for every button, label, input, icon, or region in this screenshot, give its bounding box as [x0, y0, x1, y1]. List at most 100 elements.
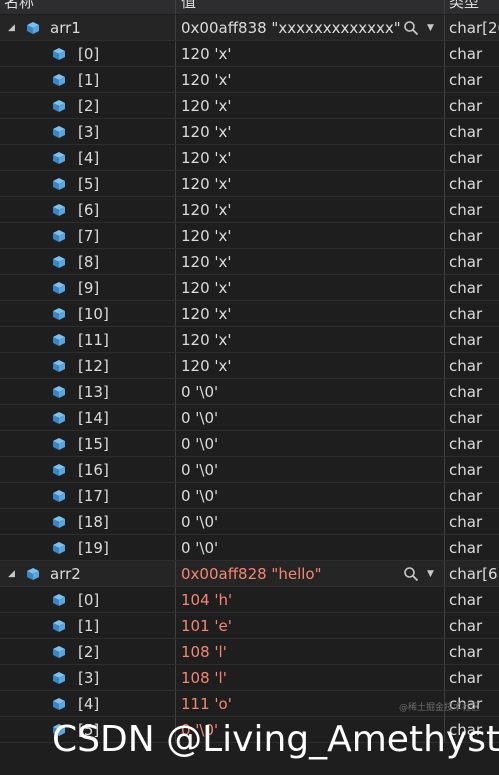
element-value[interactable]: 104 'h'	[181, 587, 232, 613]
element-value[interactable]: 120 'x'	[181, 93, 232, 119]
element-index: [4]	[78, 695, 100, 713]
element-row[interactable]: [6] 120 'x' char	[0, 197, 499, 223]
element-value[interactable]: 120 'x'	[181, 275, 232, 301]
element-row[interactable]: [1] 120 'x' char	[0, 67, 499, 93]
value-cell[interactable]: 0 '\0'	[176, 431, 444, 457]
element-row[interactable]: [12] 120 'x' char	[0, 353, 499, 379]
search-icon[interactable]	[403, 20, 419, 36]
element-row[interactable]: [7] 120 'x' char	[0, 223, 499, 249]
element-value[interactable]: 0 '\0'	[181, 379, 218, 405]
value-cell[interactable]: 120 'x'	[176, 145, 444, 171]
value-cell[interactable]: 120 'x'	[176, 353, 444, 379]
element-row[interactable]: [14] 0 '\0' char	[0, 405, 499, 431]
element-value[interactable]: 0 '\0'	[181, 405, 218, 431]
element-value[interactable]: 0 '\0'	[181, 457, 218, 483]
collapse-toggle-icon[interactable]: ◢	[8, 561, 15, 587]
variable-row-arr2[interactable]: ◢ arr2 0x00aff828 "hello" ▼ char[6]	[0, 561, 499, 587]
value-cell[interactable]: 120 'x'	[176, 301, 444, 327]
element-row[interactable]: [3] 108 'l' char	[0, 665, 499, 691]
column-divider[interactable]	[175, 0, 176, 14]
column-header-name[interactable]: 名称	[4, 0, 34, 10]
value-cell[interactable]: 0 '\0'	[176, 405, 444, 431]
value-cell[interactable]: 120 'x'	[176, 67, 444, 93]
element-value[interactable]: 120 'x'	[181, 119, 232, 145]
element-row[interactable]: [16] 0 '\0' char	[0, 457, 499, 483]
value-cell[interactable]: 120 'x'	[176, 223, 444, 249]
element-value[interactable]: 101 'e'	[181, 613, 232, 639]
chevron-down-icon[interactable]: ▼	[427, 561, 434, 587]
element-value[interactable]: 0 '\0'	[181, 431, 218, 457]
element-row[interactable]: [18] 0 '\0' char	[0, 509, 499, 535]
value-cell[interactable]: 0 '\0'	[176, 535, 444, 561]
element-value[interactable]: 108 'l'	[181, 639, 227, 665]
element-row[interactable]: [19] 0 '\0' char	[0, 535, 499, 561]
element-row[interactable]: [2] 108 'l' char	[0, 639, 499, 665]
element-value[interactable]: 0 '\0'	[181, 509, 218, 535]
type-cell: char	[445, 665, 499, 691]
name-cell: [11]	[0, 327, 175, 353]
value-cell[interactable]: 120 'x'	[176, 249, 444, 275]
element-value[interactable]: 111 'o'	[181, 691, 232, 717]
element-row[interactable]: [9] 120 'x' char	[0, 275, 499, 301]
element-value[interactable]: 120 'x'	[181, 223, 232, 249]
element-row[interactable]: [4] 120 'x' char	[0, 145, 499, 171]
element-value[interactable]: 120 'x'	[181, 249, 232, 275]
type-cell: char	[445, 457, 499, 483]
element-row[interactable]: [10] 120 'x' char	[0, 301, 499, 327]
value-cell[interactable]: 108 'l'	[176, 665, 444, 691]
element-row[interactable]: [1] 101 'e' char	[0, 613, 499, 639]
element-value[interactable]: 120 'x'	[181, 197, 232, 223]
value-cell[interactable]: 0 '\0'	[176, 509, 444, 535]
element-row[interactable]: [17] 0 '\0' char	[0, 483, 499, 509]
variable-name: arr2	[50, 565, 81, 583]
search-icon[interactable]	[403, 566, 419, 582]
element-row[interactable]: [0] 120 'x' char	[0, 41, 499, 67]
column-divider[interactable]	[444, 0, 445, 14]
column-header-type[interactable]: 类型	[449, 0, 479, 10]
value-cell[interactable]: 108 'l'	[176, 639, 444, 665]
value-cell[interactable]: 0x00aff828 "hello" ▼	[176, 561, 444, 587]
element-value[interactable]: 120 'x'	[181, 145, 232, 171]
value-cell[interactable]: 120 'x'	[176, 119, 444, 145]
element-row[interactable]: [3] 120 'x' char	[0, 119, 499, 145]
element-index: [6]	[78, 201, 100, 219]
value-cell[interactable]: 0 '\0'	[176, 457, 444, 483]
variable-value[interactable]: 0x00aff838 "xxxxxxxxxxxxx"	[181, 15, 401, 41]
element-value[interactable]: 120 'x'	[181, 301, 232, 327]
element-row[interactable]: [0] 104 'h' char	[0, 587, 499, 613]
element-value[interactable]: 120 'x'	[181, 353, 232, 379]
variable-value[interactable]: 0x00aff828 "hello"	[181, 561, 321, 587]
value-cell[interactable]: 120 'x'	[176, 171, 444, 197]
variable-row-arr1[interactable]: ◢ arr1 0x00aff838 "xxxxxxxxxxxxx" ▼ char[20]	[0, 15, 499, 41]
value-cell[interactable]: 0 '\0'	[176, 483, 444, 509]
element-value[interactable]: 120 'x'	[181, 327, 232, 353]
element-value[interactable]: 120 'x'	[181, 67, 232, 93]
variable-name: arr1	[50, 19, 81, 37]
value-cell[interactable]: 120 'x'	[176, 327, 444, 353]
element-type: char	[449, 409, 483, 427]
value-cell[interactable]: 120 'x'	[176, 197, 444, 223]
element-value[interactable]: 108 'l'	[181, 665, 227, 691]
element-value[interactable]: 120 'x'	[181, 41, 232, 67]
element-row[interactable]: [8] 120 'x' char	[0, 249, 499, 275]
value-cell[interactable]: 0 '\0'	[176, 379, 444, 405]
element-row[interactable]: [15] 0 '\0' char	[0, 431, 499, 457]
value-cell[interactable]: 104 'h'	[176, 587, 444, 613]
type-cell: char	[445, 197, 499, 223]
value-cell[interactable]: 0x00aff838 "xxxxxxxxxxxxx" ▼	[176, 15, 444, 41]
value-cell[interactable]: 120 'x'	[176, 93, 444, 119]
chevron-down-icon[interactable]: ▼	[427, 15, 434, 41]
value-cell[interactable]: 120 'x'	[176, 41, 444, 67]
element-row[interactable]: [5] 120 'x' char	[0, 171, 499, 197]
value-cell[interactable]: 101 'e'	[176, 613, 444, 639]
collapse-toggle-icon[interactable]: ◢	[8, 15, 15, 41]
element-value[interactable]: 0 '\0'	[181, 535, 218, 561]
element-row[interactable]: [13] 0 '\0' char	[0, 379, 499, 405]
element-row[interactable]: [2] 120 'x' char	[0, 93, 499, 119]
element-row[interactable]: [11] 120 'x' char	[0, 327, 499, 353]
value-cell[interactable]: 120 'x'	[176, 275, 444, 301]
type-cell: char	[445, 483, 499, 509]
element-value[interactable]: 120 'x'	[181, 171, 232, 197]
element-value[interactable]: 0 '\0'	[181, 483, 218, 509]
column-header-value[interactable]: 值	[181, 0, 196, 10]
